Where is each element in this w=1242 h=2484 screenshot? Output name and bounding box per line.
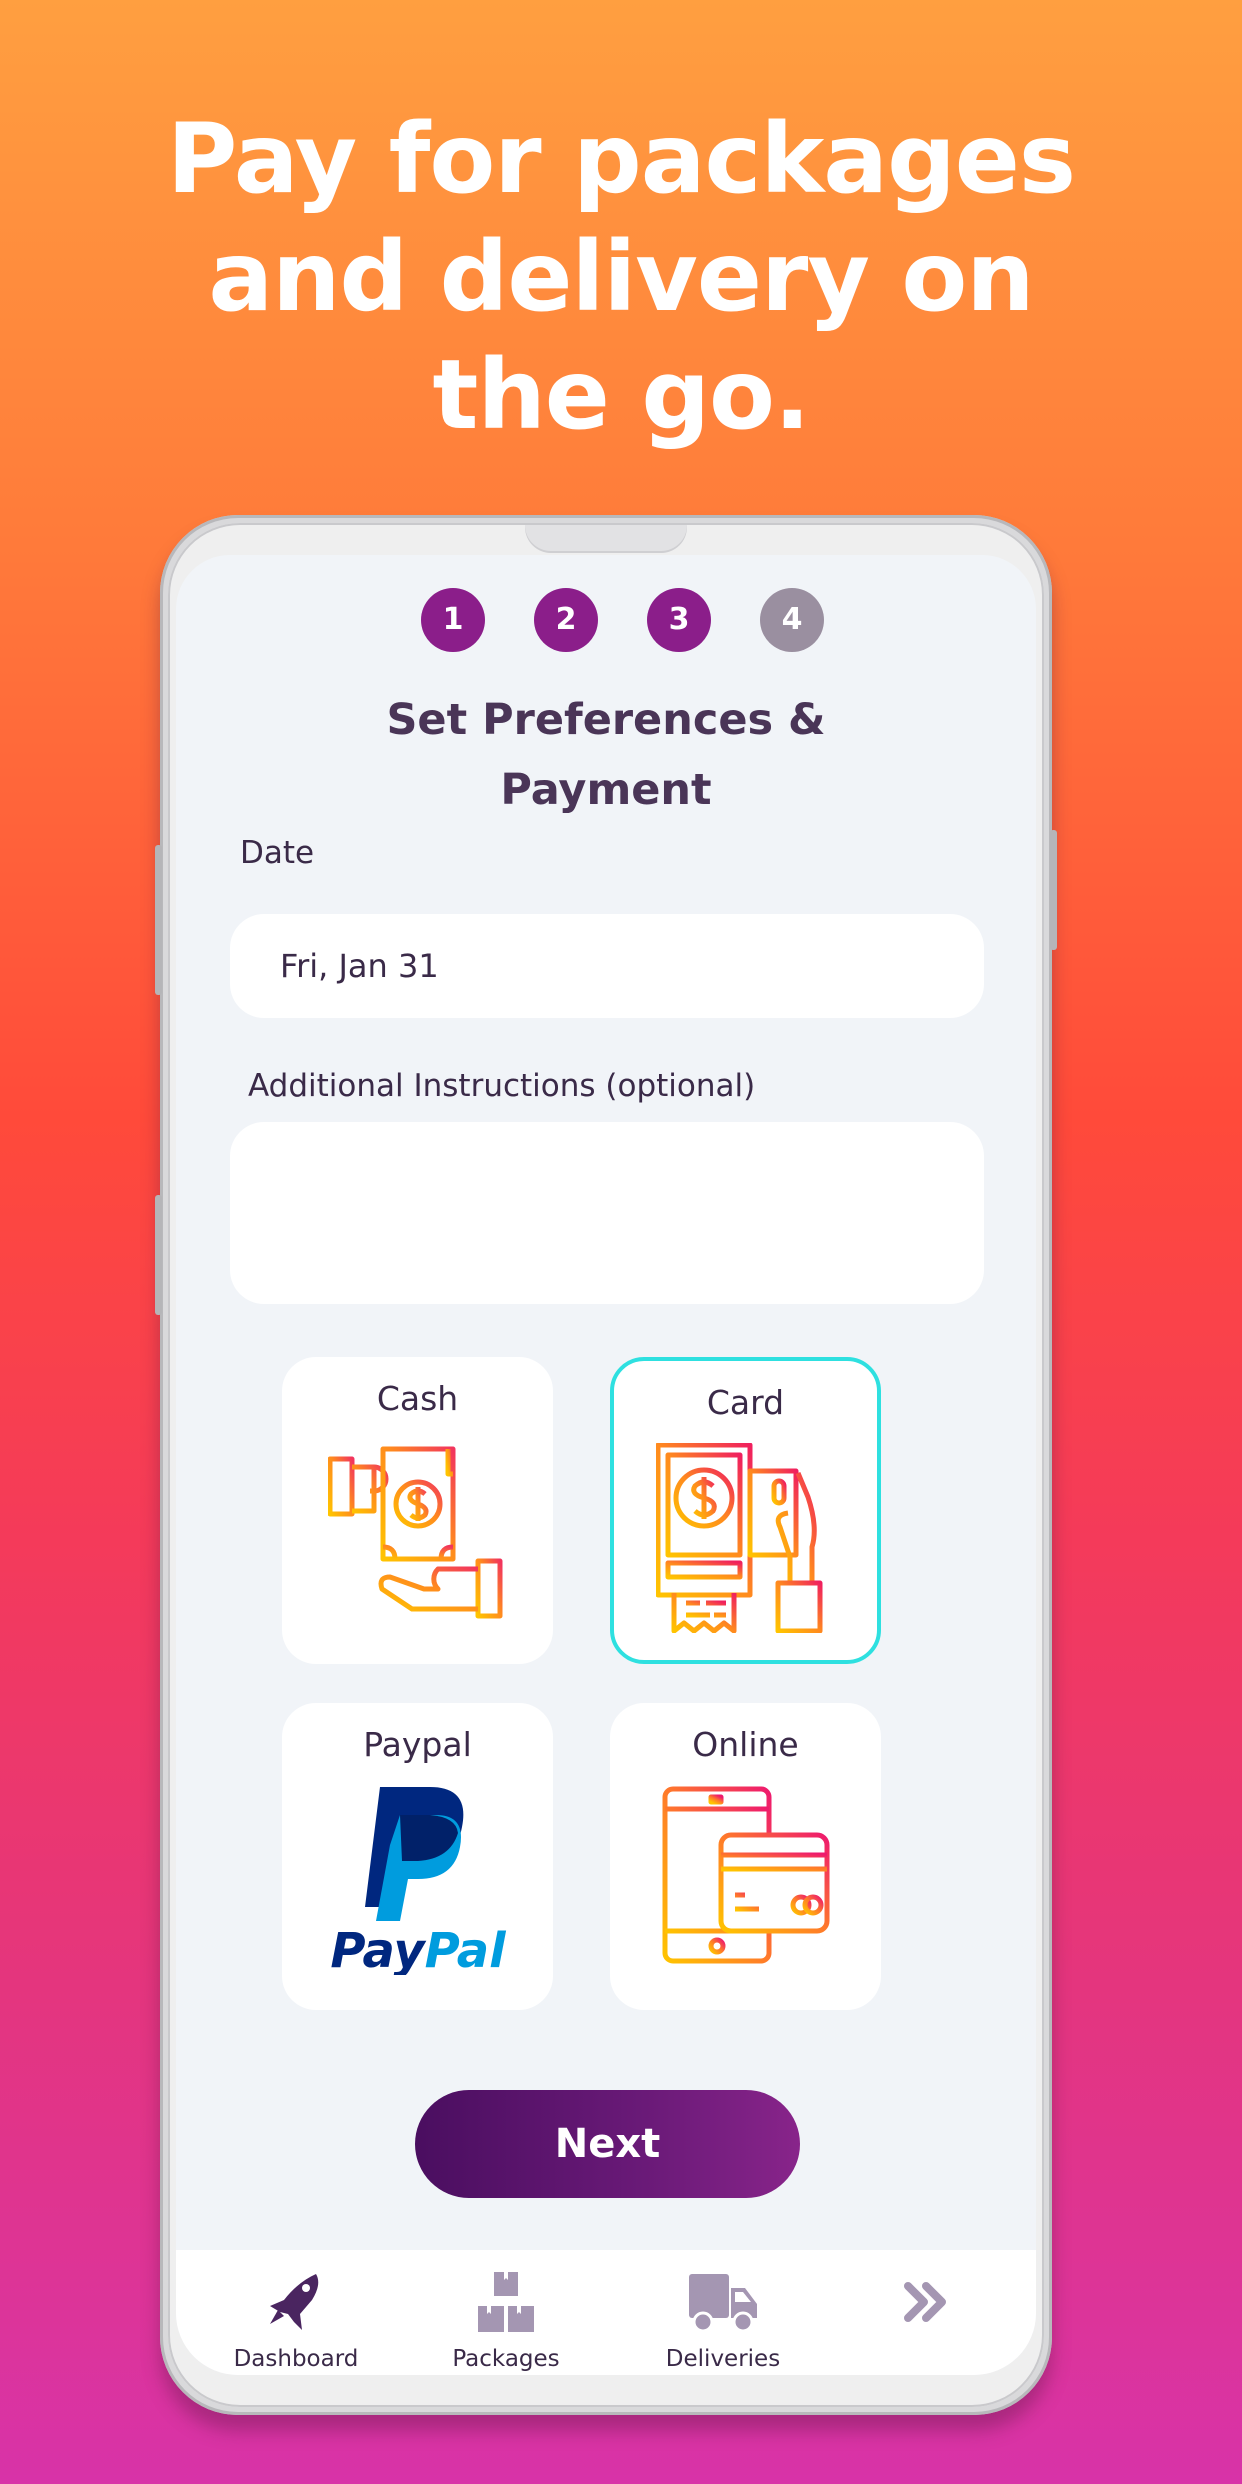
instructions-textarea[interactable] xyxy=(230,1122,984,1304)
phone-side-button xyxy=(155,1195,162,1315)
headline-line: the go. xyxy=(432,339,811,451)
phone-frame: 1 2 3 4 Set Preferences & Payment Date F… xyxy=(155,515,1057,2415)
nav-item-deliveries[interactable]: Deliveries xyxy=(633,2270,813,2372)
headline-line: Pay for packages xyxy=(166,103,1076,215)
cash-hands-icon xyxy=(327,1446,502,1619)
payment-option-paypal[interactable]: Paypal PayPal xyxy=(282,1703,553,2010)
chevron-double-right-icon xyxy=(904,2282,946,2322)
nav-item-packages[interactable]: Packages xyxy=(416,2270,596,2372)
promo-headline: Pay for packages and delivery on the go. xyxy=(0,100,1242,454)
nav-label: Packages xyxy=(452,2346,560,2372)
payment-option-label: Online xyxy=(692,1725,799,1764)
step-4[interactable]: 4 xyxy=(760,588,824,652)
headline-line: and delivery on xyxy=(208,221,1034,333)
bottom-nav: Dashboard Packages Deliveries xyxy=(176,2250,1036,2375)
page-title-line: Set Preferences & xyxy=(386,695,826,745)
phone-card-icon xyxy=(662,1786,829,1964)
boxes-icon xyxy=(478,2272,534,2332)
page-title: Set Preferences & Payment xyxy=(176,685,1036,825)
next-button[interactable]: Next xyxy=(415,2090,800,2198)
payment-option-online[interactable]: Online xyxy=(610,1703,881,2010)
paypal-logo-icon: PayPal xyxy=(330,1787,506,1975)
step-indicator: 1 2 3 4 xyxy=(176,588,1036,652)
payment-option-label: Paypal xyxy=(363,1725,472,1764)
phone-power-button xyxy=(1050,830,1057,950)
paypal-logo-text-light: Pal xyxy=(424,1923,506,1975)
nav-item-dashboard[interactable]: Dashboard xyxy=(206,2270,386,2372)
page-title-line: Payment xyxy=(500,765,712,815)
nav-item-more[interactable] xyxy=(836,2270,1016,2346)
payment-option-label: Card xyxy=(706,1383,785,1422)
svg-text:PayPal: PayPal xyxy=(330,1923,506,1975)
nav-label: Dashboard xyxy=(233,2346,359,2372)
payment-option-label: Cash xyxy=(376,1379,459,1418)
payment-option-cash[interactable]: Cash xyxy=(282,1357,553,1664)
truck-icon xyxy=(689,2274,757,2333)
date-label: Date xyxy=(240,835,315,871)
payment-option-card[interactable]: Card xyxy=(610,1357,881,1664)
app-screen: 1 2 3 4 Set Preferences & Payment Date F… xyxy=(176,555,1036,2375)
card-terminal-icon xyxy=(655,1443,822,1633)
phone-speaker-notch xyxy=(525,525,687,553)
date-field[interactable]: Fri, Jan 31 xyxy=(230,914,984,1018)
phone-side-button xyxy=(155,845,162,995)
rocket-icon xyxy=(270,2274,319,2330)
paypal-logo-text-dark: Pay xyxy=(330,1923,426,1975)
nav-label: Deliveries xyxy=(665,2346,781,2372)
instructions-label: Additional Instructions (optional) xyxy=(248,1068,756,1104)
step-2[interactable]: 2 xyxy=(534,588,598,652)
step-1[interactable]: 1 xyxy=(421,588,485,652)
step-3[interactable]: 3 xyxy=(647,588,711,652)
